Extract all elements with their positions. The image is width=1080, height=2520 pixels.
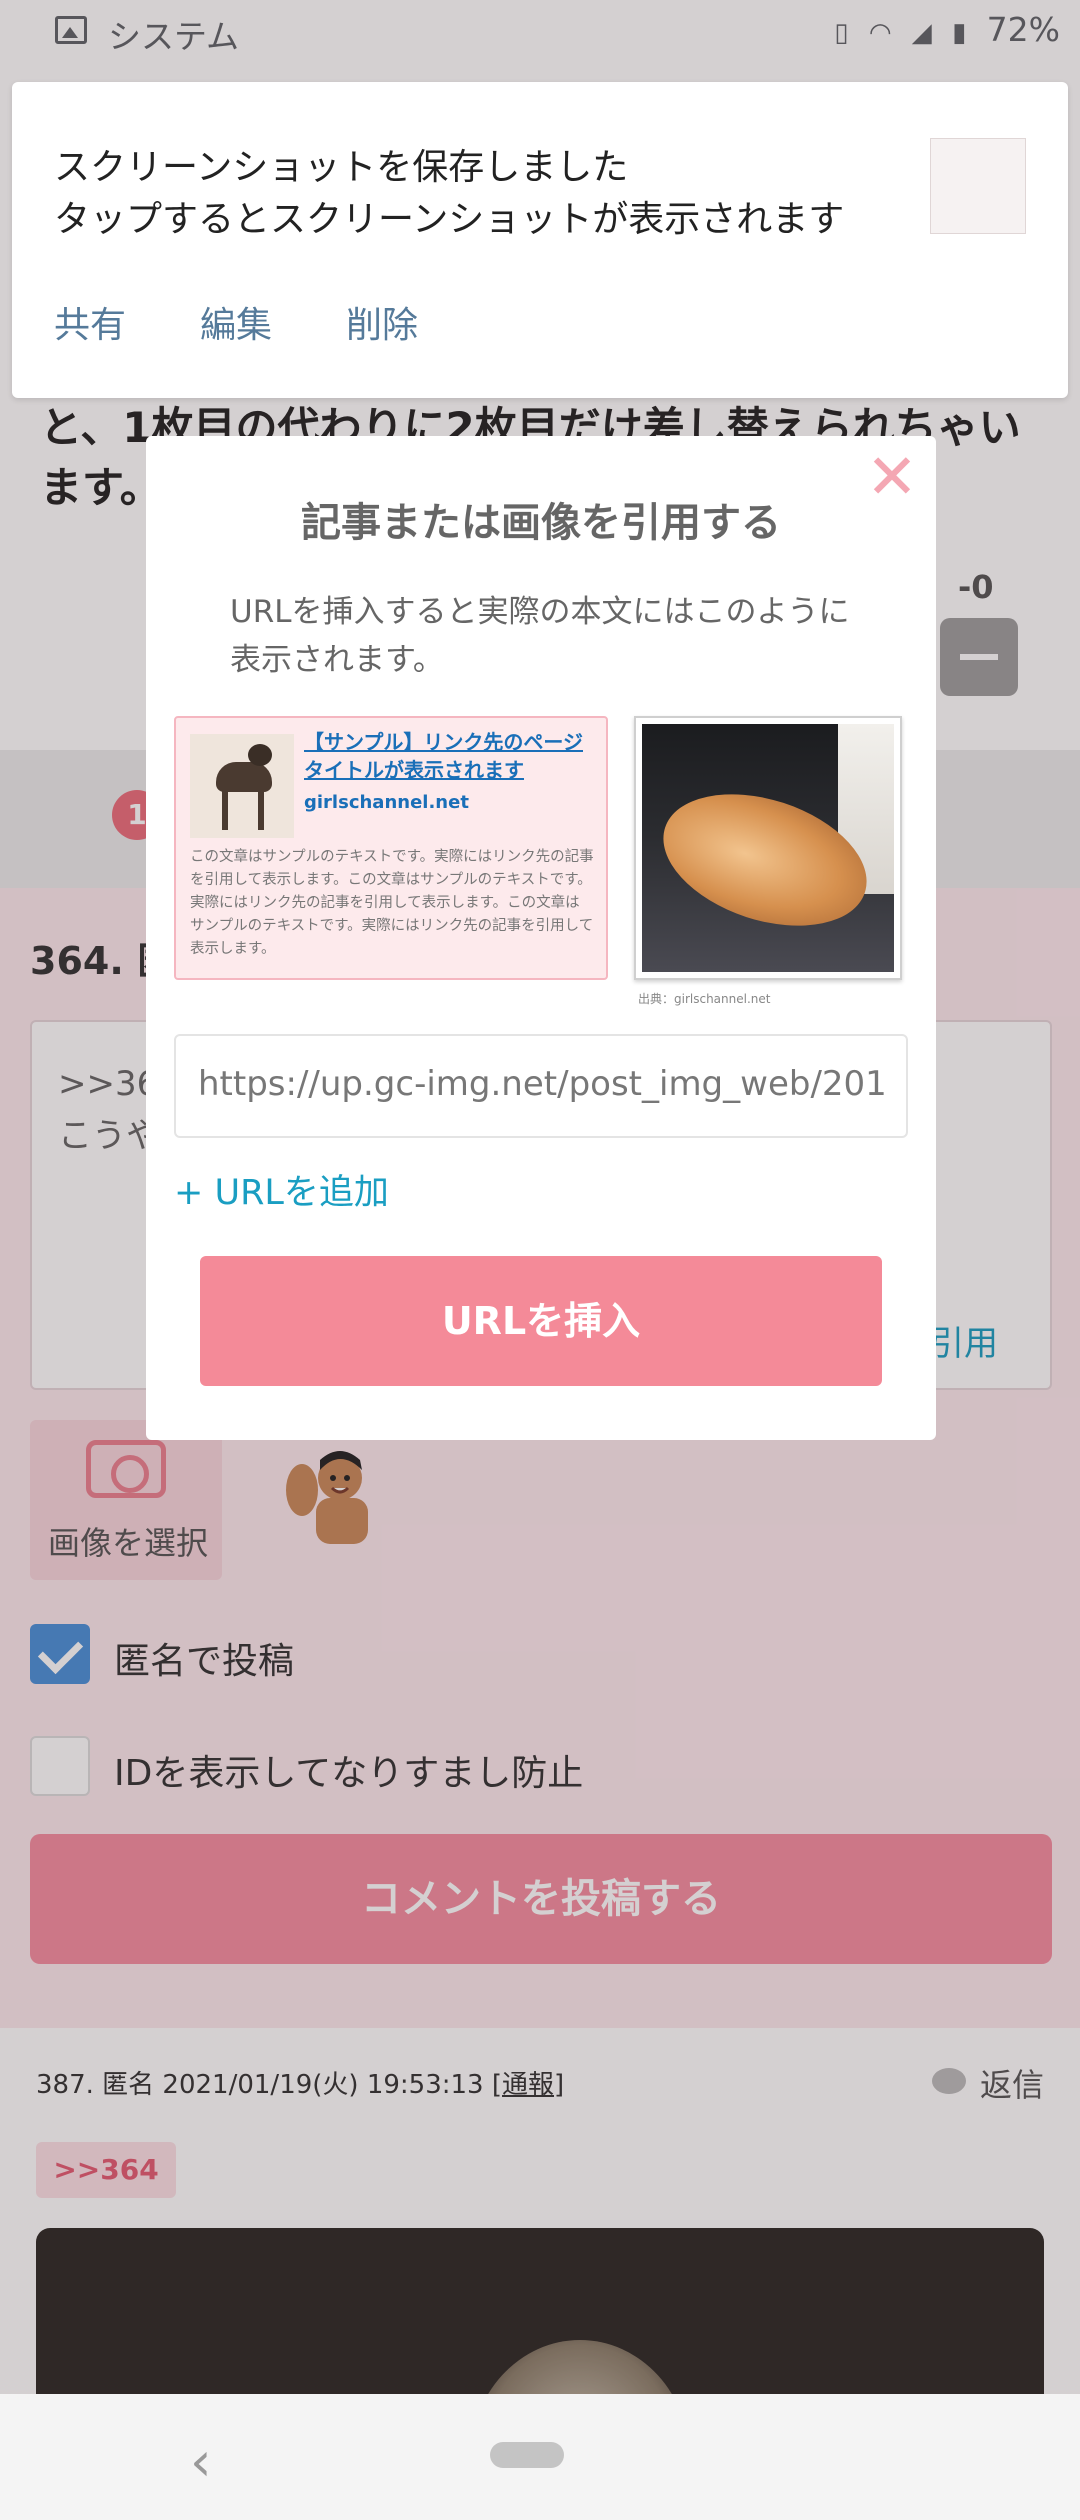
- image-caption: 出典：girlschannel.net: [638, 992, 771, 1006]
- delete-button[interactable]: 削除: [346, 296, 418, 348]
- insert-url-button[interactable]: URLを挿入: [200, 1256, 882, 1386]
- sample-title: 【サンプル】リンク先のページタイトルが表示されます: [304, 730, 583, 782]
- url-input-value: https://up.gc-img.net/post_img_web/2019: [198, 1064, 888, 1104]
- modal-title: 記事または画像を引用する: [301, 500, 781, 546]
- sample-site: girlschannel.net: [304, 792, 469, 813]
- share-button[interactable]: 共有: [54, 296, 126, 348]
- notification-title: スクリーンショットを保存しました: [54, 147, 629, 188]
- dog-leg: [258, 788, 264, 830]
- screenshot-thumbnail[interactable]: [930, 138, 1026, 234]
- modal-description: URLを挿入すると実際の本文にはこのように表示されます。: [230, 594, 850, 678]
- back-icon[interactable]: ‹: [190, 2430, 212, 2493]
- dog-head: [248, 744, 272, 766]
- add-url-link[interactable]: + URLを追加: [174, 1164, 389, 1215]
- dog-leg: [222, 788, 228, 830]
- sample-body: この文章はサンプルのテキストです。実際にはリンク先の記事を引用して表示します。こ…: [190, 849, 594, 957]
- home-pill-icon[interactable]: [490, 2442, 564, 2468]
- edit-button[interactable]: 編集: [200, 296, 272, 348]
- notification-subtitle: タップするとスクリーンショットが表示されます: [54, 199, 845, 240]
